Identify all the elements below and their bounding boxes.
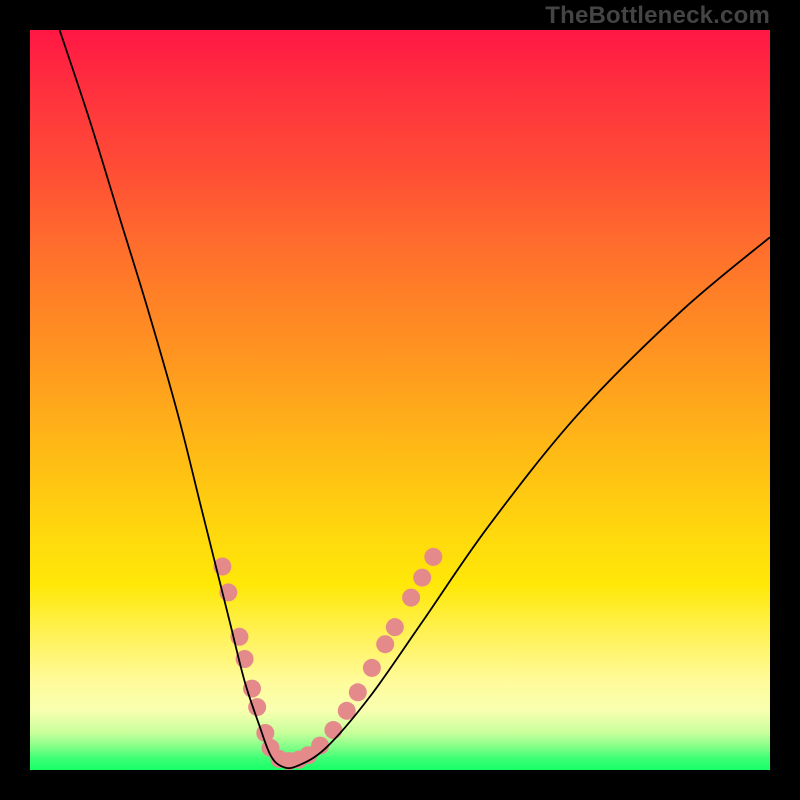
marker-dot [386,618,404,636]
plot-frame [30,30,770,770]
marker-dots-group [213,548,442,770]
marker-dot [413,569,431,587]
plot-svg [30,30,770,770]
marker-dot [349,683,367,701]
watermark-text: TheBottleneck.com [545,2,770,30]
marker-dot [402,589,420,607]
marker-dot [424,548,442,566]
bottleneck-curve [60,30,770,768]
marker-dot [376,635,394,653]
marker-dot [324,721,342,739]
marker-dot [363,659,381,677]
